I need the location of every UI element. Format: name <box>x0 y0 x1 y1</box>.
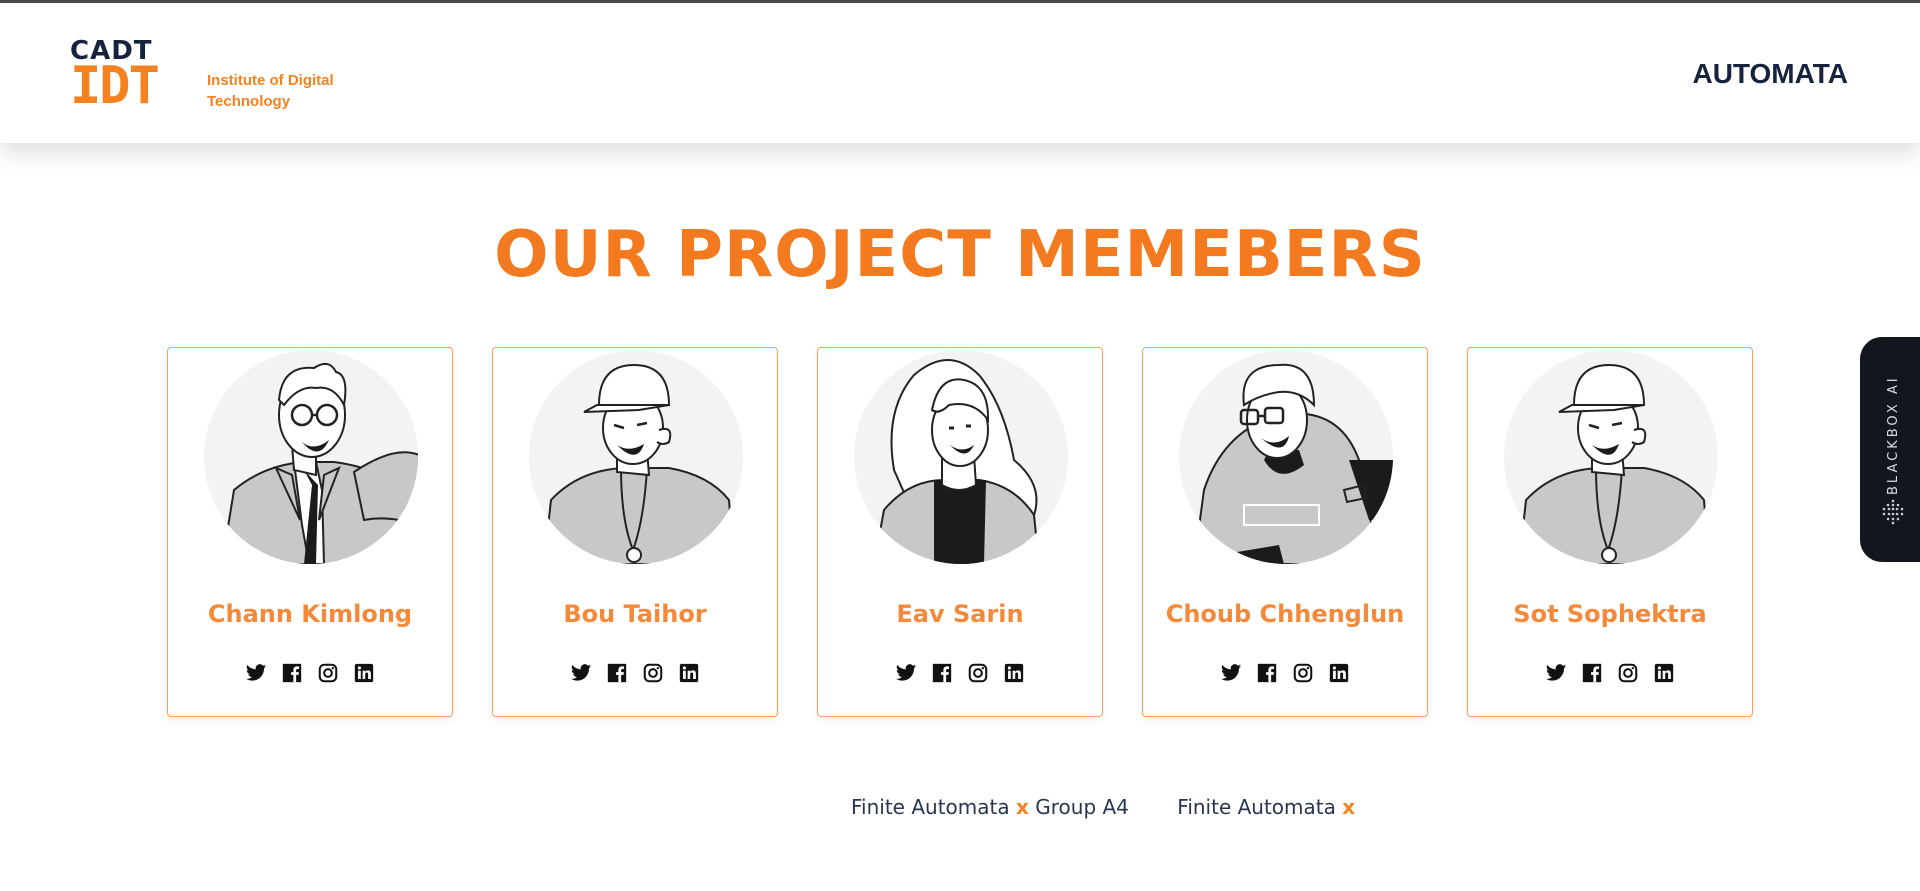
page-title: OUR PROJECT MEMEBERS <box>494 218 1426 292</box>
facebook-icon[interactable] <box>606 662 628 684</box>
blackbox-ai-tab[interactable]: BLACKBOX AI <box>1860 337 1920 562</box>
member-name: Choub Chhenglun <box>1165 600 1405 628</box>
twitter-icon[interactable] <box>1220 662 1242 684</box>
linkedin-icon[interactable] <box>1653 662 1675 684</box>
social-links <box>1143 662 1427 684</box>
instagram-icon[interactable] <box>1292 662 1314 684</box>
twitter-icon[interactable] <box>570 662 592 684</box>
facebook-icon[interactable] <box>1581 662 1603 684</box>
blackbox-dots-icon <box>1878 497 1908 527</box>
long-hair-woman-avatar <box>854 350 1068 564</box>
cadt-idt-logo[interactable]: CADT IDT Institute of Digital Technology <box>70 38 360 118</box>
footer-marquee: Finite Automata x Group A4 Finite Automa… <box>851 795 1851 825</box>
facebook-icon[interactable] <box>1256 662 1278 684</box>
cap-guy-avatar <box>1504 350 1718 564</box>
logo-subtitle: Institute of Digital Technology <box>207 72 334 110</box>
instagram-icon[interactable] <box>317 662 339 684</box>
social-links <box>168 662 452 684</box>
linkedin-icon[interactable] <box>678 662 700 684</box>
instagram-icon[interactable] <box>642 662 664 684</box>
member-name: Bou Taihor <box>563 600 707 628</box>
twitter-icon[interactable] <box>895 662 917 684</box>
businessman-glasses-avatar <box>204 350 418 564</box>
footer-segment: Finite Automata x <box>1177 795 1355 819</box>
facebook-icon[interactable] <box>281 662 303 684</box>
footer-text: Group A4 <box>1035 795 1129 819</box>
twitter-icon[interactable] <box>245 662 267 684</box>
social-links <box>818 662 1102 684</box>
linkedin-icon[interactable] <box>353 662 375 684</box>
member-card: Sot Sophektra <box>1467 347 1753 717</box>
member-card: Chann Kimlong <box>167 347 453 717</box>
footer-text: Finite Automata <box>1177 795 1336 819</box>
twitter-icon[interactable] <box>1545 662 1567 684</box>
footer-x-mark: x <box>1342 795 1356 819</box>
footer-x-mark: x <box>1015 795 1029 819</box>
linkedin-icon[interactable] <box>1328 662 1350 684</box>
cap-guy-avatar <box>529 350 743 564</box>
footer-segment: Finite Automata x Group A4 <box>851 795 1135 819</box>
members-grid: Chann Kimlong Bou Taihor Eav Sarin Choub… <box>167 347 1755 719</box>
logo-idt-text: IDT <box>70 56 160 116</box>
member-card: Eav Sarin <box>817 347 1103 717</box>
linkedin-icon[interactable] <box>1003 662 1025 684</box>
member-name: Chann Kimlong <box>207 600 413 628</box>
site-header: CADT IDT Institute of Digital Technology… <box>0 3 1920 143</box>
member-card: Bou Taihor <box>492 347 778 717</box>
member-name: Eav Sarin <box>896 600 1024 628</box>
instagram-icon[interactable] <box>1617 662 1639 684</box>
hoodie-glasses-avatar <box>1179 350 1393 564</box>
social-links <box>1468 662 1752 684</box>
member-card: Choub Chhenglun <box>1142 347 1428 717</box>
brand-automata-link[interactable]: AUTOMATA <box>1692 58 1848 90</box>
instagram-icon[interactable] <box>967 662 989 684</box>
social-links <box>493 662 777 684</box>
member-name: Sot Sophektra <box>1513 600 1707 628</box>
blackbox-ai-label: BLACKBOX AI <box>1886 375 1901 495</box>
facebook-icon[interactable] <box>931 662 953 684</box>
footer-text: Finite Automata <box>851 795 1010 819</box>
